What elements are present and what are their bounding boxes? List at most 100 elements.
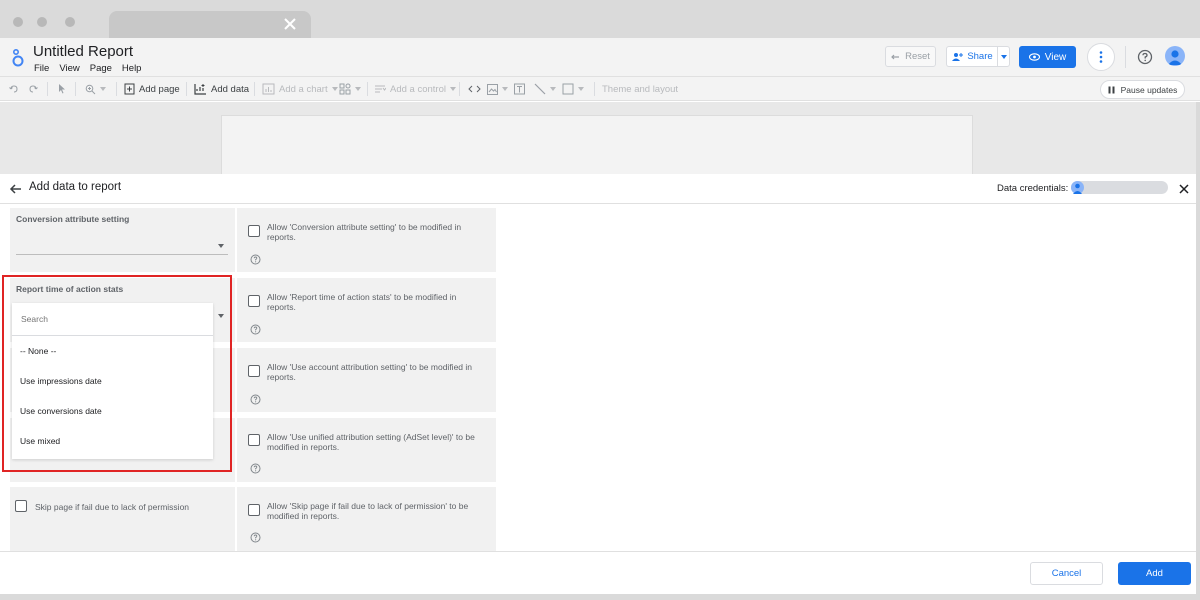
window-minimize-dot[interactable] [37, 17, 47, 27]
add-control-button[interactable]: Add a control [374, 82, 456, 96]
unified-attribution-allow-checkbox[interactable] [248, 434, 260, 446]
report-title[interactable]: Untitled Report [33, 43, 133, 60]
help-icon[interactable] [250, 254, 261, 265]
account-avatar[interactable] [1165, 46, 1185, 66]
community-viz-button[interactable] [339, 82, 361, 96]
credentials-avatar [1071, 181, 1084, 194]
select-pointer-icon[interactable] [58, 82, 66, 96]
user-icon [1073, 183, 1082, 194]
help-icon[interactable] [250, 532, 261, 543]
skip-page-checkbox[interactable] [15, 500, 27, 512]
undo-icon[interactable] [9, 82, 19, 96]
control-icon [375, 85, 386, 93]
tab-close-icon[interactable] [282, 16, 298, 32]
more-options-button[interactable] [1087, 43, 1115, 71]
help-icon[interactable] [250, 324, 261, 335]
zoom-icon [85, 84, 96, 94]
menu-help[interactable]: Help [122, 63, 142, 74]
more-vert-icon [1099, 51, 1103, 63]
add-chart-button[interactable]: Add a chart [262, 82, 338, 96]
skip-page-label: Skip page if fail due to lack of permiss… [35, 502, 190, 512]
share-button[interactable]: Share [946, 46, 998, 67]
add-page-icon [124, 83, 135, 95]
shape-button[interactable] [562, 82, 584, 96]
report-canvas-area [0, 102, 1200, 175]
credentials-account-chip[interactable] [1071, 181, 1168, 194]
chevron-down-icon [502, 87, 508, 91]
chevron-down-icon [100, 87, 106, 91]
eye-icon [1028, 53, 1040, 61]
line-icon [534, 83, 546, 95]
help-icon[interactable] [1137, 49, 1153, 65]
add-page-label: Add page [139, 83, 180, 95]
scrollbar-track[interactable] [1196, 102, 1200, 600]
browser-tab[interactable] [109, 11, 311, 39]
close-icon[interactable] [1178, 183, 1190, 195]
report-page-canvas[interactable] [221, 115, 973, 175]
reset-button[interactable]: Reset [885, 46, 936, 67]
skip-page-allow-text: Allow 'Skip page if fail due to lack of … [267, 501, 469, 521]
embed-url-icon[interactable] [468, 82, 481, 96]
account-attribution-allow-text: Allow 'Use account attribution setting' … [267, 362, 472, 382]
menu-file[interactable]: File [34, 63, 49, 74]
line-button[interactable] [534, 82, 556, 96]
chevron-down-icon [550, 87, 556, 91]
share-dropdown-button[interactable] [997, 46, 1010, 67]
window-close-dot[interactable] [13, 17, 23, 27]
app-header: Untitled Report File View Page Help Rese… [0, 38, 1200, 77]
add-chart-label: Add a chart [279, 83, 328, 95]
text-icon[interactable] [514, 82, 525, 96]
skip-page-allow-checkbox[interactable] [248, 504, 260, 516]
data-credentials-label: Data credentials: [997, 183, 1069, 194]
theme-layout-button[interactable]: Theme and layout [602, 82, 678, 96]
panel-title: Add data to report [29, 181, 122, 193]
toolbar-divider [116, 82, 117, 96]
pause-updates-button[interactable]: Pause updates [1100, 80, 1185, 99]
redo-icon[interactable] [28, 82, 38, 96]
toolbar-divider [459, 82, 460, 96]
user-icon [1168, 50, 1182, 65]
add-data-button[interactable]: Add data [194, 82, 249, 96]
report-time-allow-checkbox[interactable] [248, 295, 260, 307]
looker-studio-logo-icon [12, 48, 24, 67]
conversion-attribute-allow-box: Allow 'Conversion attribute setting' to … [237, 208, 496, 272]
annotation-highlight-box [2, 275, 232, 472]
menu-view[interactable]: View [59, 63, 79, 74]
chevron-down-icon[interactable] [218, 244, 224, 248]
add-button[interactable]: Add [1118, 562, 1191, 585]
undo-icon [891, 54, 900, 59]
conversion-attribute-label: Conversion attribute setting [16, 214, 130, 224]
browser-chrome [0, 0, 1200, 39]
view-button[interactable]: View [1019, 46, 1076, 68]
report-time-allow-text: Allow 'Report time of action stats' to b… [267, 292, 457, 312]
image-button[interactable] [487, 82, 508, 96]
add-page-button[interactable]: Add page [124, 82, 180, 96]
conversion-attribute-allow-text: Allow 'Conversion attribute setting' to … [267, 222, 462, 242]
account-attribution-allow-box: Allow 'Use account attribution setting' … [237, 348, 496, 412]
theme-layout-label: Theme and layout [602, 83, 679, 95]
menu-page[interactable]: Page [90, 63, 112, 74]
help-icon[interactable] [250, 463, 261, 474]
conversion-attribute-field: Conversion attribute setting [10, 208, 235, 272]
add-data-label: Add data [211, 83, 250, 95]
skip-page-allow-box: Allow 'Skip page if fail due to lack of … [237, 487, 496, 551]
image-icon [487, 83, 498, 95]
chevron-down-icon [331, 87, 338, 91]
toolbar-divider [186, 82, 187, 96]
add-control-label: Add a control [390, 83, 446, 95]
toolbar-divider [47, 82, 48, 96]
window-maximize-dot[interactable] [65, 17, 75, 27]
unified-attribution-allow-text: Allow 'Use unified attribution setting (… [267, 432, 475, 452]
rectangle-icon [562, 83, 574, 95]
cancel-button[interactable]: Cancel [1030, 562, 1103, 585]
conversion-attribute-select[interactable] [16, 254, 228, 255]
help-icon[interactable] [250, 394, 261, 405]
window-bottom-edge [0, 594, 1200, 600]
conversion-attribute-allow-checkbox[interactable] [248, 225, 260, 237]
view-button-label: View [1044, 51, 1067, 63]
account-attribution-allow-checkbox[interactable] [248, 365, 260, 377]
toolbar-divider [75, 82, 76, 96]
back-arrow-icon[interactable] [9, 182, 23, 196]
panel-footer: Cancel Add [0, 551, 1196, 594]
zoom-control[interactable] [85, 82, 106, 96]
